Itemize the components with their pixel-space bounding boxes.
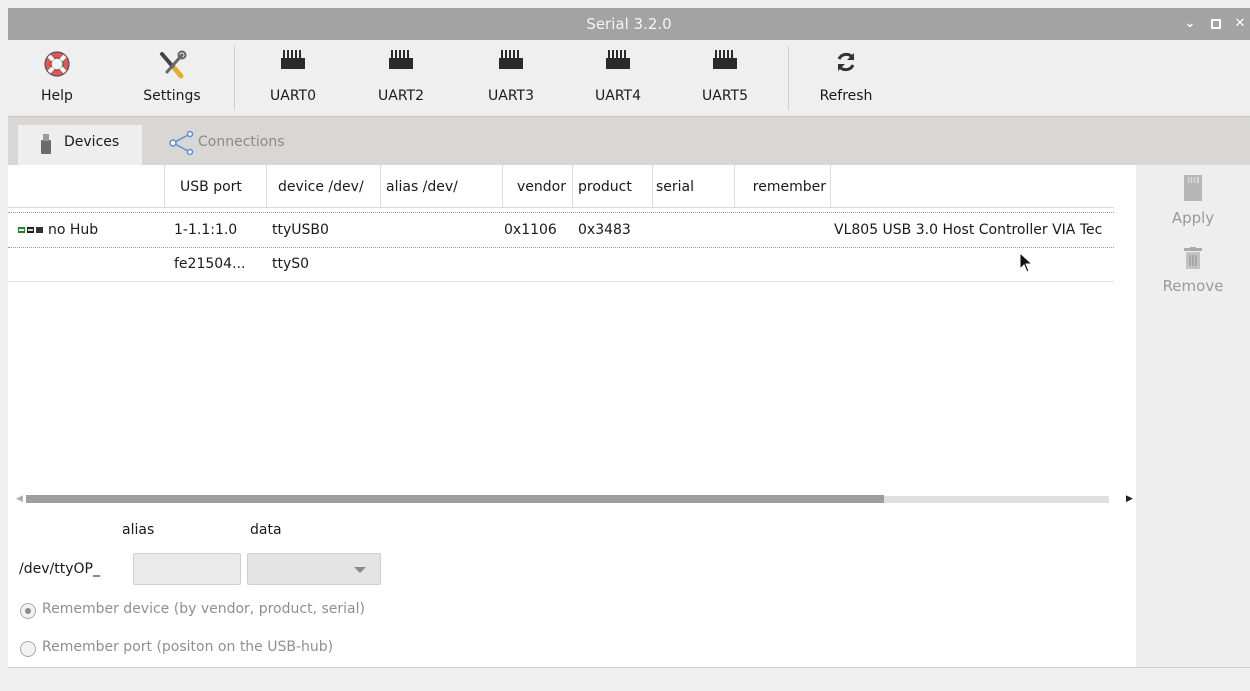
table-row[interactable]: no Hub 1-1.1:1.0 ttyUSB0 0x1106 0x3483 V… [8, 212, 1114, 248]
column-header-hub[interactable] [8, 165, 165, 207]
status-bar [8, 667, 1250, 691]
description-cell: VL805 USB 3.0 Host Controller VIA Tec [834, 222, 1103, 238]
column-header-device[interactable]: device /dev/ [266, 165, 381, 207]
usb-plug-icon [40, 134, 52, 169]
data-select[interactable] [247, 553, 381, 585]
column-header-usb-port[interactable]: USB port [164, 165, 267, 207]
uart2-button[interactable]: UART2 [368, 40, 434, 116]
mouse-cursor-icon [1019, 251, 1034, 278]
settings-button[interactable]: Settings [132, 40, 212, 116]
serial-connector-icon [498, 50, 524, 74]
devices-panel: USB port device /dev/ alias /dev/ vendor… [8, 165, 1136, 667]
hub-indicator-icon [18, 213, 44, 247]
help-button[interactable]: Help [22, 40, 92, 116]
scroll-right-arrow-icon[interactable]: ▶ [1126, 493, 1133, 505]
uart4-button[interactable]: UART4 [585, 40, 651, 116]
tab-connections[interactable]: Connections [166, 125, 316, 165]
trash-icon [1136, 247, 1250, 273]
data-label: data [250, 522, 282, 538]
hub-cell: no Hub [48, 222, 99, 238]
serial-connector-icon [280, 50, 306, 74]
remove-label: Remove [1162, 277, 1224, 295]
maximize-icon[interactable] [1209, 17, 1223, 31]
close-icon[interactable]: ✕ [1233, 17, 1247, 31]
chevron-down-icon [354, 567, 366, 573]
tab-connections-label: Connections [198, 134, 285, 150]
remember-device-radio[interactable] [20, 603, 36, 619]
table-header: USB port device /dev/ alias /dev/ vendor… [8, 165, 1114, 208]
refresh-icon [834, 50, 858, 78]
remember-port-label: Remember port (positon on the USB-hub) [42, 639, 334, 655]
remember-device-label: Remember device (by vendor, product, ser… [42, 601, 365, 617]
serial-connector-icon [712, 50, 738, 74]
tab-devices[interactable]: Devices [18, 125, 142, 167]
uart0-button[interactable]: UART0 [260, 40, 326, 116]
tab-devices-label: Devices [64, 134, 120, 150]
help-label: Help [41, 88, 73, 104]
vendor-cell: 0x1106 [504, 222, 557, 238]
apply-label: Apply [1171, 209, 1215, 227]
uart3-button[interactable]: UART3 [478, 40, 544, 116]
uart2-label: UART2 [378, 88, 424, 104]
usb-port-cell: fe21504... [174, 256, 246, 272]
scrollbar-thumb[interactable] [26, 495, 884, 503]
help-lifebuoy-icon [43, 50, 71, 82]
toolbar: Help Settings UART0 UART2 UART3 UART4 UA… [8, 40, 1250, 116]
uart5-button[interactable]: UART5 [692, 40, 758, 116]
remove-button[interactable]: Remove [1136, 247, 1250, 295]
device-cell: ttyUSB0 [272, 222, 329, 238]
device-prefix-label: /dev/ttyOP_ [19, 561, 100, 577]
column-header-product[interactable]: product [572, 165, 653, 207]
alias-label: alias [122, 522, 155, 538]
refresh-label: Refresh [819, 88, 873, 104]
tab-strip: Devices Connections [8, 116, 1250, 167]
toolbar-separator [234, 46, 235, 110]
product-cell: 0x3483 [578, 222, 631, 238]
uart3-label: UART3 [488, 88, 534, 104]
table-row[interactable]: fe21504... ttyS0 [8, 247, 1114, 282]
toolbar-separator [788, 46, 789, 110]
settings-label: Settings [143, 88, 201, 104]
column-header-serial[interactable]: serial [652, 165, 735, 207]
uart5-label: UART5 [702, 88, 748, 104]
share-icon [168, 130, 196, 168]
column-header-vendor[interactable]: vendor [502, 165, 573, 207]
device-cell: ttyS0 [272, 256, 310, 272]
uart4-label: UART4 [595, 88, 641, 104]
column-header-alias[interactable]: alias /dev/ [380, 165, 503, 207]
serial-connector-icon [388, 50, 414, 74]
action-sidebar: Apply Remove [1136, 165, 1250, 667]
tools-icon [157, 50, 187, 84]
scroll-left-arrow-icon[interactable]: ◀ [16, 493, 23, 505]
minimize-icon[interactable]: ⌄ [1183, 17, 1197, 31]
title-bar: Serial 3.2.0 ⌄ ✕ [8, 8, 1250, 40]
serial-connector-icon [605, 50, 631, 74]
sd-card-icon [1136, 175, 1250, 205]
remember-port-radio[interactable] [20, 641, 36, 657]
uart0-label: UART0 [270, 88, 316, 104]
usb-port-cell: 1-1.1:1.0 [174, 222, 238, 238]
window-title: Serial 3.2.0 [586, 15, 672, 33]
alias-input[interactable] [133, 553, 241, 585]
horizontal-scrollbar[interactable]: ◀ ▶ [16, 493, 1133, 505]
apply-button[interactable]: Apply [1136, 175, 1250, 227]
refresh-button[interactable]: Refresh [808, 40, 884, 116]
column-header-remember[interactable]: remember [734, 165, 831, 207]
